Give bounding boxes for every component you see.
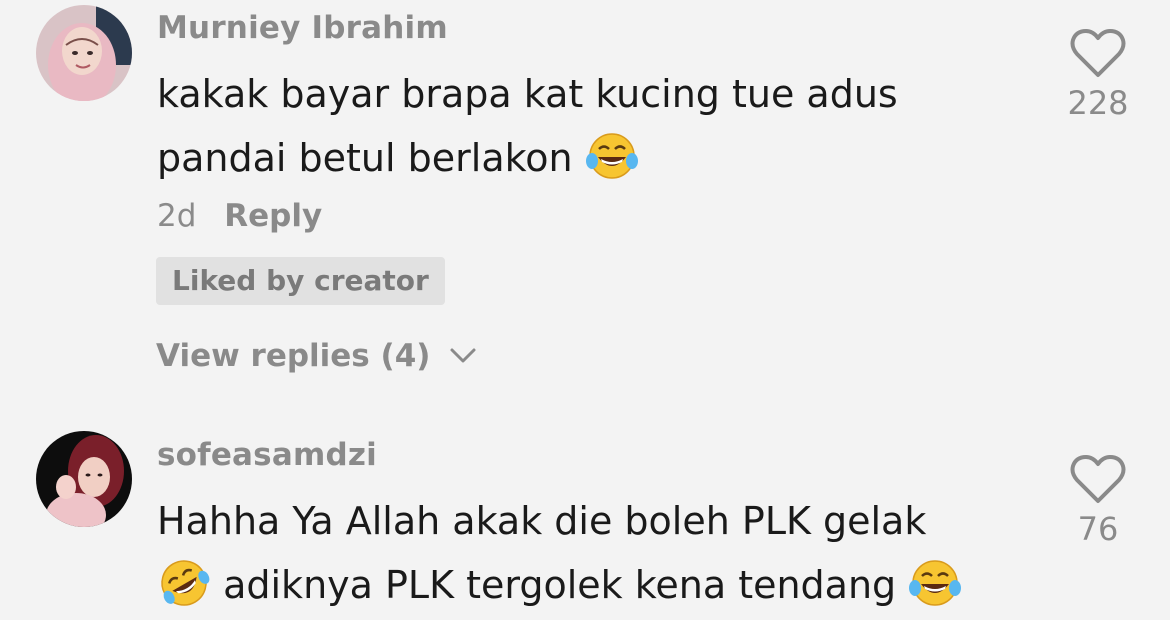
- heart-icon: [1070, 29, 1126, 77]
- avatar-image: [36, 5, 132, 101]
- avatar[interactable]: [36, 5, 132, 101]
- face-with-tears-of-joy-icon: [909, 560, 962, 606]
- chevron-down-icon: [450, 348, 476, 363]
- like-count: 228: [1067, 84, 1129, 122]
- comment-time: 2d: [157, 198, 197, 234]
- view-replies-button[interactable]: View replies (4): [156, 338, 479, 374]
- comment-text-line-with-emoji: pandai betul berlakon: [157, 126, 1037, 190]
- like-button[interactable]: 228: [1043, 26, 1153, 122]
- view-replies-label: View replies (4): [156, 338, 431, 374]
- liked-by-creator-badge: Liked by creator: [156, 257, 445, 305]
- comment-username[interactable]: sofeasamdzi: [157, 437, 377, 473]
- comment-meta: 2d Reply: [157, 198, 322, 234]
- comment-username[interactable]: Murniey Ibrahim: [157, 10, 448, 46]
- comment-text-fragment: pandai betul berlakon: [157, 136, 573, 180]
- comment-text-line-with-emoji: adiknya PLK tergolek kena tendang: [157, 553, 1037, 617]
- like-button[interactable]: 76: [1043, 452, 1153, 548]
- comment-text: kakak bayar brapa kat kucing tue adus pa…: [157, 62, 1037, 190]
- comment-text: Hahha Ya Allah akak die boleh PLK gelak …: [157, 489, 1037, 617]
- avatar-image: [36, 431, 132, 527]
- comment-text-line: Hahha Ya Allah akak die boleh PLK gelak: [157, 499, 927, 543]
- comment-item: Murniey Ibrahim kakak bayar brapa kat ku…: [0, 0, 1170, 420]
- comment-text-line: kakak bayar brapa kat kucing tue adus: [157, 72, 898, 116]
- comment-text-fragment: adiknya PLK tergolek kena tendang: [223, 563, 897, 607]
- comment-item: sofeasamdzi Hahha Ya Allah akak die bole…: [0, 425, 1170, 620]
- avatar[interactable]: [36, 431, 132, 527]
- face-with-tears-of-joy-icon: [585, 133, 638, 179]
- rolling-on-floor-laughing-icon: [161, 560, 210, 606]
- heart-icon: [1070, 455, 1126, 503]
- reply-button[interactable]: Reply: [224, 198, 322, 234]
- like-count: 76: [1077, 510, 1119, 548]
